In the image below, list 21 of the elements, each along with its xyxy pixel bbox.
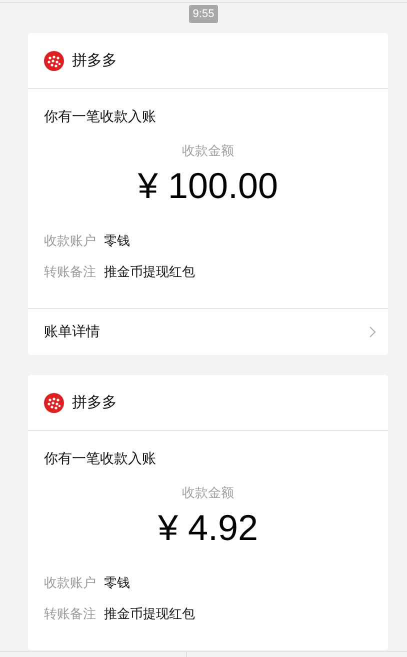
message-title: 你有一笔收款入账: [44, 108, 157, 127]
sender-name: 拼多多: [72, 393, 117, 412]
chevron-right-icon: [369, 326, 376, 338]
message-title: 你有一笔收款入账: [44, 450, 157, 469]
logo-icon: [44, 50, 64, 70]
amount: ¥ 4.92: [156, 506, 260, 550]
amount: ¥ 100.00: [136, 164, 280, 208]
field-label: 收款账户: [44, 233, 96, 251]
field-label: 收款账户: [44, 575, 96, 593]
amount-label: 收款金额: [181, 143, 235, 161]
field-value: 推金币提现红包: [104, 606, 195, 624]
timestamp: 9:55: [188, 5, 218, 23]
field-value: 推金币提现红包: [104, 264, 195, 282]
field-value: 零钱: [104, 233, 130, 251]
amount-label: 收款金额: [181, 485, 235, 503]
field-value: 零钱: [104, 575, 130, 593]
logo-icon: [44, 392, 64, 412]
field-label: 转账备注: [44, 264, 96, 282]
field-label: 转账备注: [44, 606, 96, 624]
sender-name: 拼多多: [72, 51, 117, 70]
bill-details-link[interactable]: 账单详情: [28, 308, 388, 355]
